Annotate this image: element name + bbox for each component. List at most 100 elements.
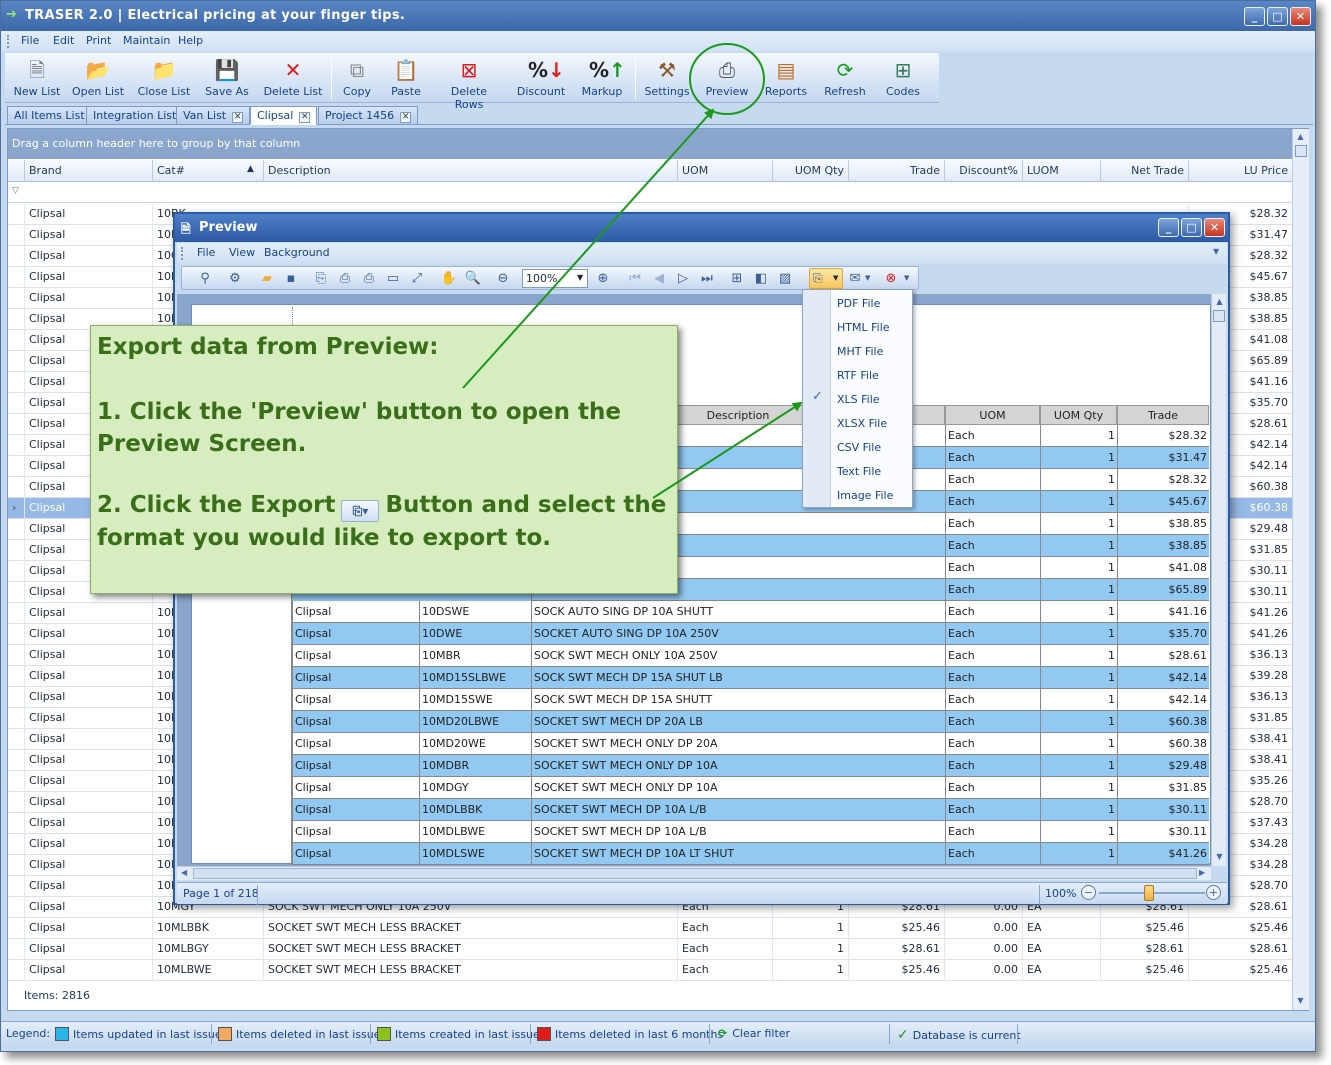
menu-print[interactable]: Print — [86, 34, 111, 47]
cell-brand[interactable]: Clipsal — [24, 855, 152, 876]
scroll-left-icon[interactable]: ◀ — [181, 868, 187, 877]
cell-brand[interactable]: Clipsal — [24, 918, 152, 939]
previous-page-icon[interactable]: ◀ — [650, 270, 668, 288]
col-header-uom-qty[interactable]: UOM Qty — [772, 160, 848, 182]
preview-menu-view[interactable]: View — [229, 246, 255, 259]
tab-project-1456[interactable]: Project 1456 ✕ — [318, 106, 419, 125]
preview-vertical-scrollbar[interactable]: ▲ ▼ — [1211, 294, 1226, 866]
col-header-description[interactable]: Description — [263, 160, 677, 182]
watermark-icon[interactable]: ▨ — [776, 270, 794, 288]
menu-file[interactable]: File — [21, 34, 39, 47]
copy-button[interactable]: ⧉ Copy — [337, 55, 377, 101]
open-list-button[interactable]: 📂 Open List — [67, 55, 129, 101]
save-icon[interactable]: ▪ — [282, 270, 300, 288]
first-page-icon[interactable]: ⏮ — [626, 270, 644, 288]
col-header-trade[interactable]: Trade — [848, 160, 944, 182]
reports-button[interactable]: ▤ Reports — [761, 55, 811, 101]
chevron-down-icon[interactable]: ▼ — [865, 274, 870, 282]
cell-lu[interactable]: $25.46 — [1188, 918, 1292, 939]
preview-maximize-button[interactable]: □ — [1181, 218, 1202, 237]
menu-maintain[interactable]: Maintain — [123, 34, 170, 47]
cell-brand[interactable]: Clipsal — [24, 624, 152, 645]
zoom-in-icon[interactable]: ⊕ — [594, 270, 612, 288]
preview-button[interactable]: ⎙ Preview — [701, 55, 753, 101]
scroll-down-icon[interactable]: ▼ — [1212, 849, 1227, 864]
cell-disc[interactable]: 0.00 — [944, 918, 1022, 939]
cell-brand[interactable]: Clipsal — [24, 876, 152, 897]
cell-desc[interactable]: SOCKET SWT MECH LESS BRACKET — [263, 960, 677, 981]
save-as-button[interactable]: 💾 Save As — [199, 55, 255, 101]
cell-brand[interactable]: Clipsal — [24, 603, 152, 624]
customize-icon[interactable]: ⚙ — [226, 270, 244, 288]
cell-uom[interactable]: Each — [677, 918, 772, 939]
preview-menu-background[interactable]: Background — [264, 246, 330, 259]
paste-button[interactable]: 📋 Paste — [383, 55, 429, 101]
print-icon[interactable]: ⎙ — [336, 270, 354, 288]
cell-uom[interactable]: Each — [677, 939, 772, 960]
cell-luom[interactable]: EA — [1022, 960, 1100, 981]
table-row[interactable]: Clipsal 10MLBWE SOCKET SWT MECH LESS BRACK… — [8, 960, 1292, 981]
cell-brand[interactable]: Clipsal — [24, 246, 152, 267]
tab-all-items-list[interactable]: All Items List — [7, 106, 92, 125]
cell-brand[interactable]: Clipsal — [24, 960, 152, 981]
clear-filter-button[interactable]: ⟳ Clear filter — [718, 1027, 790, 1040]
open-icon[interactable]: ▰ — [258, 270, 276, 288]
col-header-discount[interactable]: Discount% — [944, 160, 1022, 182]
magnifier-icon[interactable]: 🔍 — [464, 270, 482, 288]
export-menu-item-html-file[interactable]: HTML File — [837, 321, 890, 334]
cell-brand[interactable]: Clipsal — [24, 771, 152, 792]
delete-rows-button[interactable]: ⊠ Delete Rows — [435, 55, 503, 111]
scroll-thumb[interactable] — [193, 868, 1197, 879]
tab-clipsal[interactable]: Clipsal ✕ — [250, 106, 318, 125]
menu-overflow-icon[interactable]: ▼ — [1213, 247, 1219, 256]
export-menu-item-pdf-file[interactable]: PDF File — [837, 297, 880, 310]
col-header-luom[interactable]: LUOM — [1022, 160, 1100, 182]
cell-qty[interactable]: 1 — [772, 918, 848, 939]
tab-integration-list[interactable]: Integration List — [86, 106, 184, 125]
new-list-button[interactable]: 🗎 New List — [9, 55, 65, 101]
cell-brand[interactable]: Clipsal — [24, 288, 152, 309]
group-by-panel[interactable]: Drag a column header here to group by th… — [8, 129, 1292, 159]
cell-brand[interactable]: Clipsal — [24, 666, 152, 687]
cell-brand[interactable]: Clipsal — [24, 645, 152, 666]
tab-close-icon[interactable]: ✕ — [232, 112, 244, 123]
scroll-thumb[interactable] — [1295, 145, 1307, 157]
next-page-icon[interactable]: ▷ — [674, 270, 692, 288]
cell-brand[interactable]: Clipsal — [24, 792, 152, 813]
minimize-button[interactable]: _ — [1244, 7, 1265, 26]
preview-menu-file[interactable]: File — [197, 246, 215, 259]
cell-luom[interactable]: EA — [1022, 939, 1100, 960]
send-email-icon[interactable]: ✉ — [846, 270, 864, 288]
col-header-uom[interactable]: UOM — [677, 160, 772, 182]
cell-brand[interactable]: Clipsal — [24, 225, 152, 246]
grid-vertical-scrollbar[interactable]: ▲ ▼ — [1292, 129, 1309, 1010]
delete-list-button[interactable]: ✕ Delete List — [259, 55, 327, 101]
filter-funnel-icon[interactable]: ▽ — [12, 186, 19, 196]
col-header-net-trade[interactable]: Net Trade — [1100, 160, 1188, 182]
export-menu-item-text-file[interactable]: Text File — [837, 465, 881, 478]
hand-tool-icon[interactable]: ✋ — [440, 270, 458, 288]
table-row[interactable]: Clipsal 10MLBBK SOCKET SWT MECH LESS BRACK… — [8, 918, 1292, 939]
tab-close-icon[interactable]: ✕ — [400, 112, 412, 123]
menu-edit[interactable]: Edit — [53, 34, 74, 47]
col-header-lu-price[interactable]: LU Price — [1188, 160, 1292, 182]
export-button[interactable]: ⎘ ▼ — [809, 268, 843, 289]
cell-brand[interactable]: Clipsal — [24, 897, 152, 918]
cell-desc[interactable]: SOCKET SWT MECH LESS BRACKET — [263, 939, 677, 960]
export-menu-item-rtf-file[interactable]: RTF File — [837, 369, 879, 382]
cell-disc[interactable]: 0.00 — [944, 939, 1022, 960]
scale-icon[interactable]: ⤢ — [408, 270, 426, 288]
export-menu-item-xlsx-file[interactable]: XLSX File — [837, 417, 887, 430]
cell-brand[interactable]: Clipsal — [24, 750, 152, 771]
header-footer-icon[interactable]: ▭ — [384, 270, 402, 288]
scroll-right-icon[interactable]: ▶ — [1199, 868, 1205, 877]
maximize-button[interactable]: □ — [1267, 7, 1288, 26]
cell-brand[interactable]: Clipsal — [24, 729, 152, 750]
multiple-pages-icon[interactable]: ⊞ — [728, 270, 746, 288]
cell-net[interactable]: $25.46 — [1100, 918, 1188, 939]
table-row[interactable]: Clipsal 10MLBGY SOCKET SWT MECH LESS BRACK… — [8, 939, 1292, 960]
tab-close-icon[interactable]: ✕ — [299, 112, 311, 123]
cell-brand[interactable]: Clipsal — [24, 939, 152, 960]
col-header-cat[interactable]: Cat# ▲ — [152, 160, 263, 182]
close-preview-icon[interactable]: ⊗ — [882, 270, 900, 288]
